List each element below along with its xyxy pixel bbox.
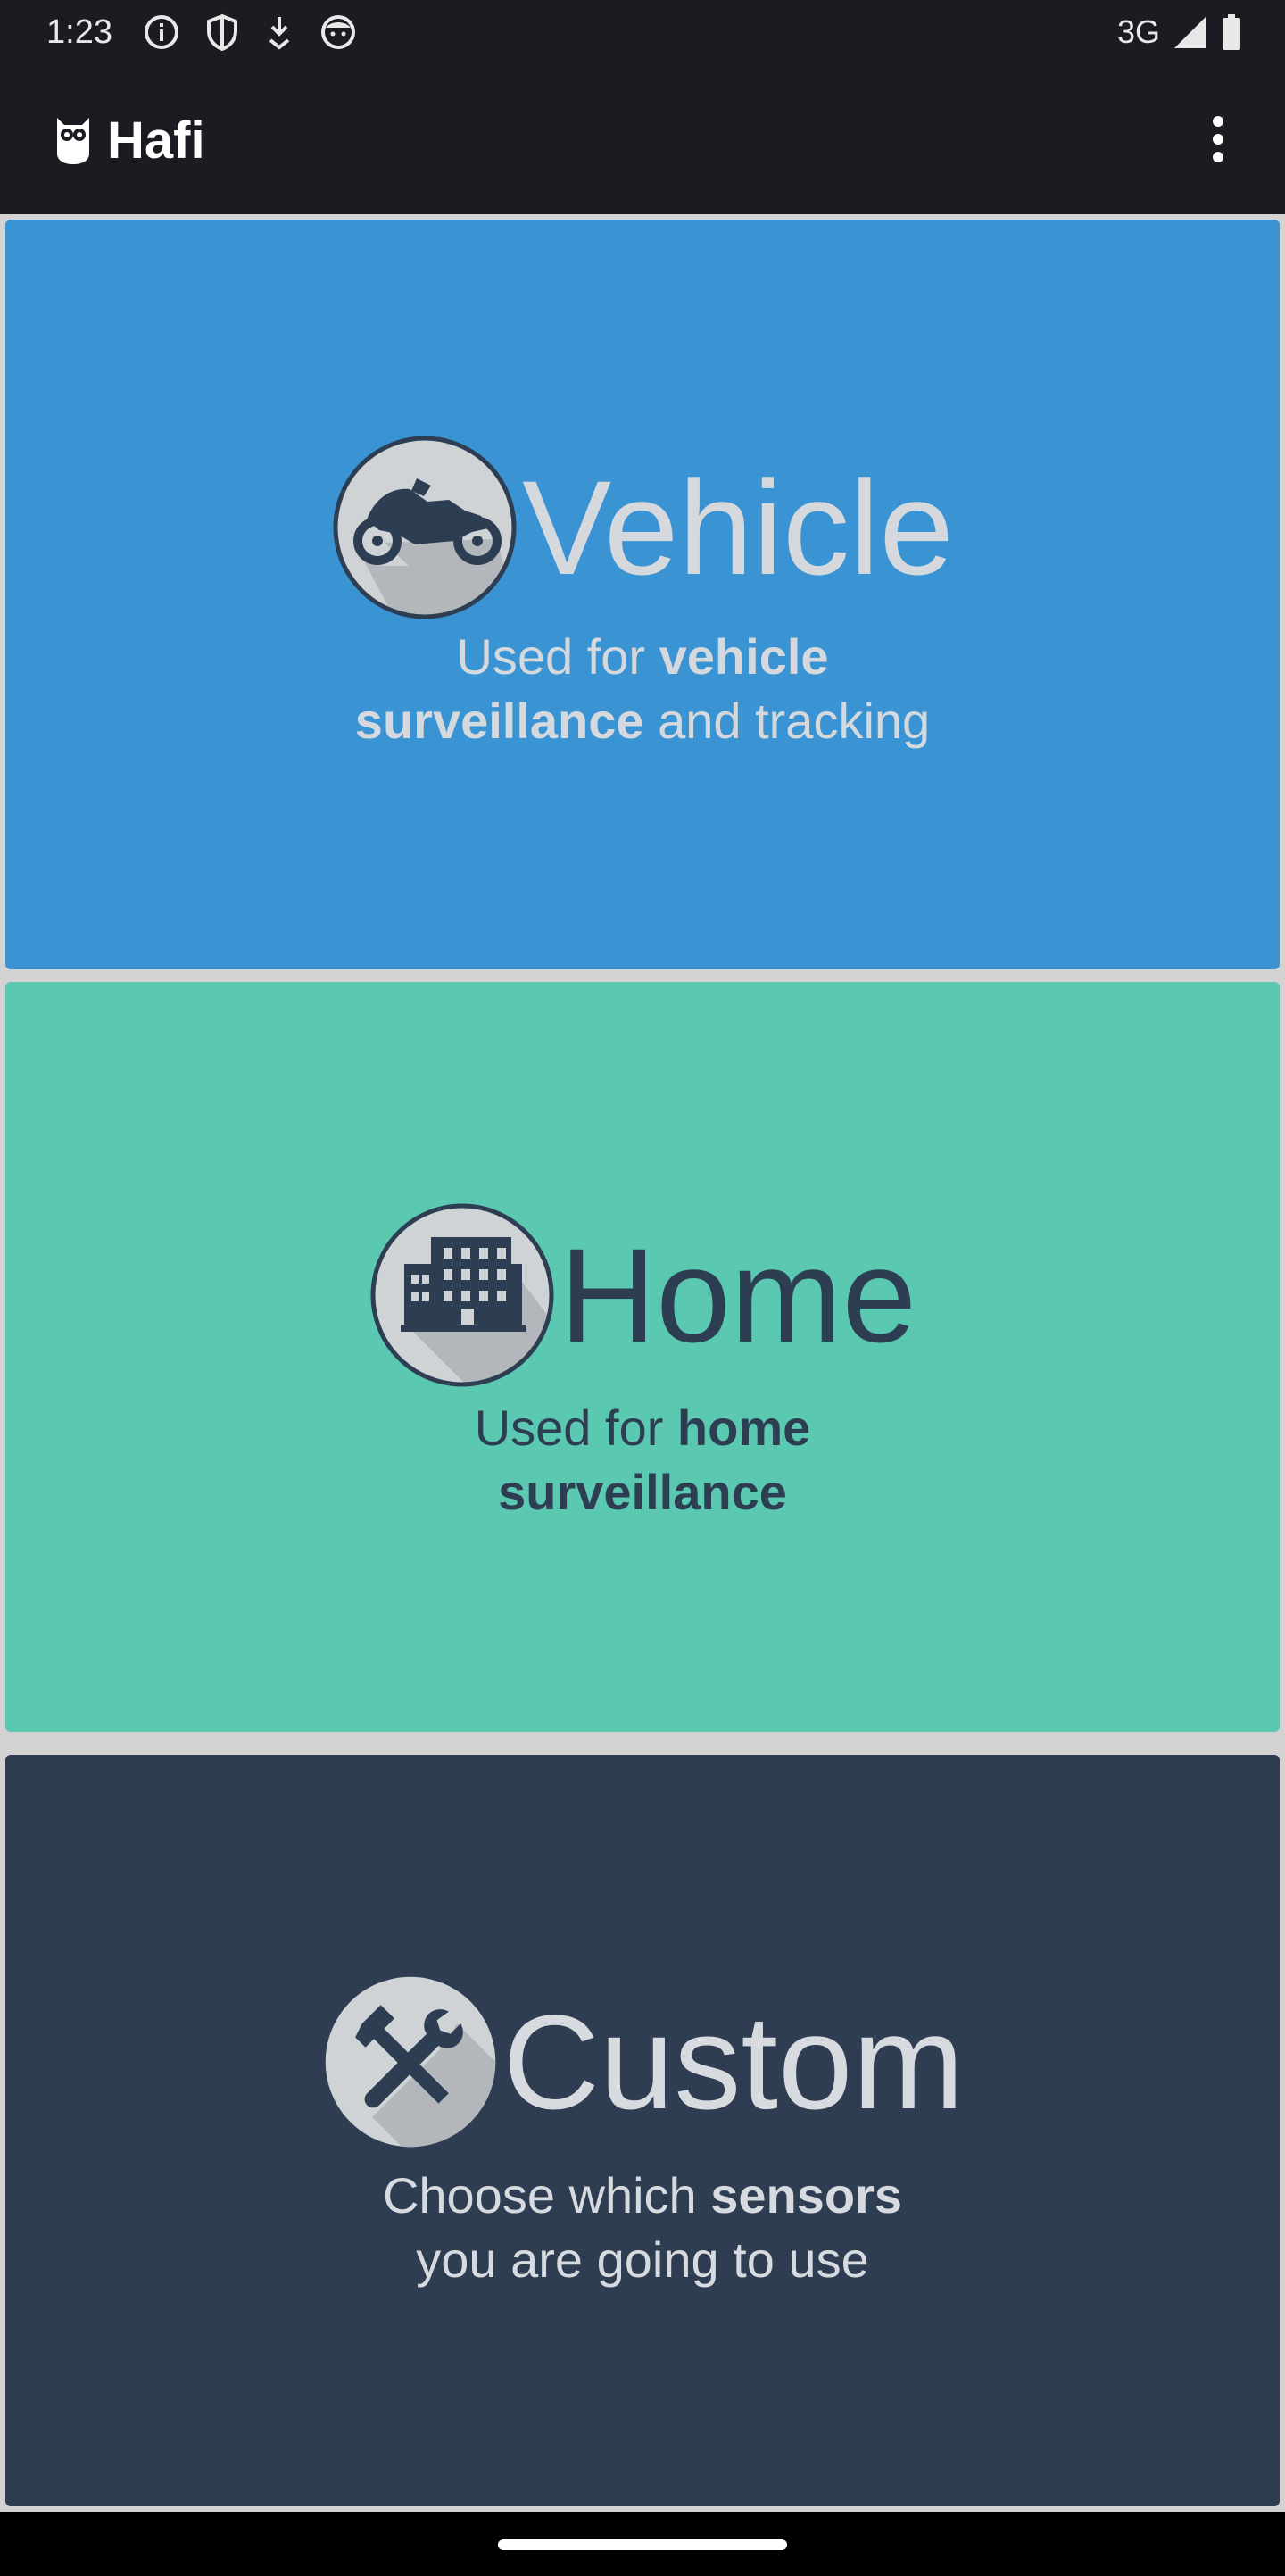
home-desc-line2: surveillance xyxy=(5,1460,1280,1525)
vehicle-desc-pre: Used for xyxy=(456,628,659,685)
home-heading: Home xyxy=(5,1201,1280,1389)
custom-desc-bold1: sensors xyxy=(710,2167,903,2223)
motorcycle-icon xyxy=(333,436,517,619)
status-time: 1:23 xyxy=(46,13,112,51)
app-bar: Hafi xyxy=(0,64,1285,214)
network-label: 3G xyxy=(1116,13,1160,50)
battery-icon xyxy=(1223,14,1240,50)
app-title: Hafi xyxy=(107,112,205,170)
custom-desc-pre: Choose which xyxy=(382,2167,711,2223)
vehicle-heading: Vehicle xyxy=(5,434,1280,621)
custom-desc-line2: you are going to use xyxy=(416,2231,869,2288)
vehicle-description: Used for vehicle surveillance and tracki… xyxy=(5,625,1280,753)
face-icon xyxy=(321,15,355,49)
signal-icon xyxy=(1174,16,1206,48)
status-bar: 1:23 3G xyxy=(0,0,1285,64)
tools-icon xyxy=(325,1976,495,2148)
custom-description: Choose which sensors you are going to us… xyxy=(5,2164,1280,2292)
download-icon xyxy=(269,17,290,50)
info-icon xyxy=(145,15,178,49)
vehicle-title: Vehicle xyxy=(522,453,954,602)
vehicle-card[interactable]: Vehicle Used for vehicle surveillance an… xyxy=(5,220,1280,969)
status-icons-left xyxy=(143,12,357,52)
building-icon xyxy=(370,1203,554,1387)
home-desc-bold1: home xyxy=(676,1400,811,1456)
home-gesture-handle[interactable] xyxy=(498,2539,787,2550)
owl-icon xyxy=(57,118,89,164)
vehicle-desc-post: and tracking xyxy=(643,693,931,749)
custom-heading: Custom xyxy=(5,1973,1280,2151)
navigation-bar xyxy=(0,2512,1285,2576)
custom-desc-line1: Choose which sensors xyxy=(5,2164,1280,2228)
home-desc-pre: Used for xyxy=(474,1400,677,1456)
custom-card[interactable]: Custom Choose which sensors you are goin… xyxy=(5,1755,1280,2506)
home-desc-line1: Used for home xyxy=(5,1396,1280,1460)
more-vert-icon xyxy=(1213,116,1223,162)
home-description: Used for home surveillance xyxy=(5,1396,1280,1525)
vehicle-desc-line2: surveillance and tracking xyxy=(5,689,1280,753)
vehicle-desc-bold1: vehicle xyxy=(659,628,829,685)
home-card[interactable]: Home Used for home surveillance xyxy=(5,982,1280,1732)
home-title: Home xyxy=(559,1220,917,1370)
vehicle-desc-line1: Used for vehicle xyxy=(5,625,1280,689)
status-icons-right: 3G xyxy=(1117,12,1242,52)
overflow-menu-button[interactable] xyxy=(1187,105,1249,173)
vehicle-desc-bold2: surveillance xyxy=(354,693,644,749)
shield-icon xyxy=(207,13,237,51)
home-desc-bold2: surveillance xyxy=(498,1464,787,1520)
custom-title: Custom xyxy=(502,1987,965,2137)
